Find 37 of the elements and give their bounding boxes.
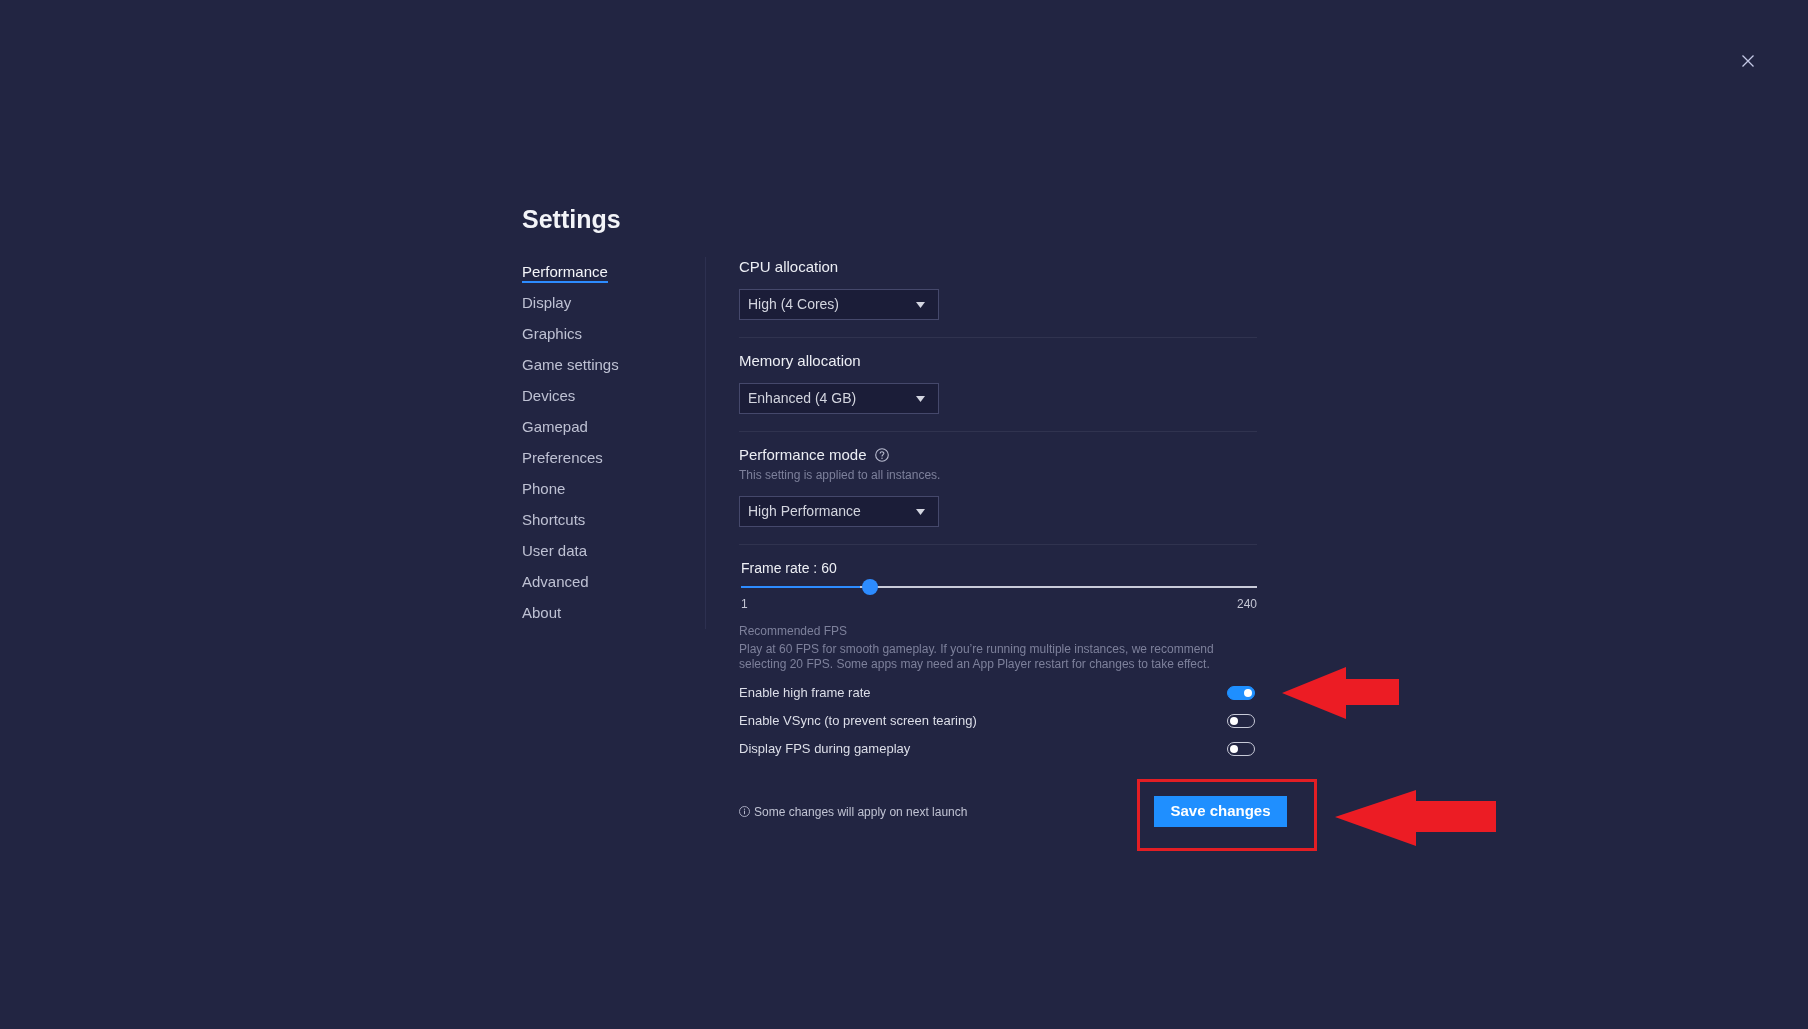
toggle-label: Display FPS during gameplay: [739, 740, 911, 759]
caret-down-icon: [916, 301, 925, 308]
sidebar-item[interactable]: Phone: [522, 479, 566, 500]
sidebar-item[interactable]: Display: [522, 293, 572, 314]
toggle-label: Enable high frame rate: [739, 684, 871, 703]
sidebar-item[interactable]: About: [522, 603, 562, 624]
toggle-label: Enable VSync (to prevent screen tearing): [739, 712, 977, 731]
sidebar-item[interactable]: User data: [522, 541, 588, 562]
slider-min-label: 1: [741, 596, 748, 612]
close-icon: [1742, 55, 1754, 67]
info-icon: [739, 806, 750, 817]
sidebar-item[interactable]: Shortcuts: [522, 510, 586, 531]
caret-down-icon: [916, 395, 925, 402]
sidebar-item[interactable]: Advanced: [522, 572, 589, 593]
sidebar-item[interactable]: Performance: [522, 262, 608, 283]
setting-description: This setting is applied to all instances.: [739, 467, 941, 483]
info-note: Some changes will apply on next launch: [754, 803, 968, 821]
setting-label: Performance mode: [739, 444, 867, 465]
dropdown[interactable]: High Performance: [739, 496, 939, 527]
sidebar-item[interactable]: Game settings: [522, 355, 619, 376]
page-title: Settings: [522, 204, 621, 234]
dropdown[interactable]: High (4 Cores): [739, 289, 939, 320]
caret-down-icon: [916, 508, 925, 515]
dropdown[interactable]: Enhanced (4 GB): [739, 383, 939, 414]
close-button[interactable]: [1740, 53, 1756, 69]
toggle-switch[interactable]: [1227, 686, 1255, 700]
sidebar-item[interactable]: Preferences: [522, 448, 603, 469]
recommendation-text: Play at 60 FPS for smooth gameplay. If you’re running multiple instances, we recommend selecting 20 FPS. Some apps may need an App Player restart for changes to take effect.: [739, 642, 1215, 672]
setting-label: Memory allocation: [739, 350, 861, 371]
recommendation-title: Recommended FPS: [739, 623, 848, 639]
sidebar-item[interactable]: Graphics: [522, 324, 583, 345]
sidebar-item[interactable]: Gamepad: [522, 417, 588, 438]
slider-thumb[interactable]: [862, 579, 878, 595]
sidebar-item[interactable]: Devices: [522, 386, 576, 407]
slider-max-label: 240: [1236, 596, 1257, 612]
slider-label: Frame rate : 60: [741, 559, 837, 578]
setting-label: CPU allocation: [739, 256, 839, 277]
